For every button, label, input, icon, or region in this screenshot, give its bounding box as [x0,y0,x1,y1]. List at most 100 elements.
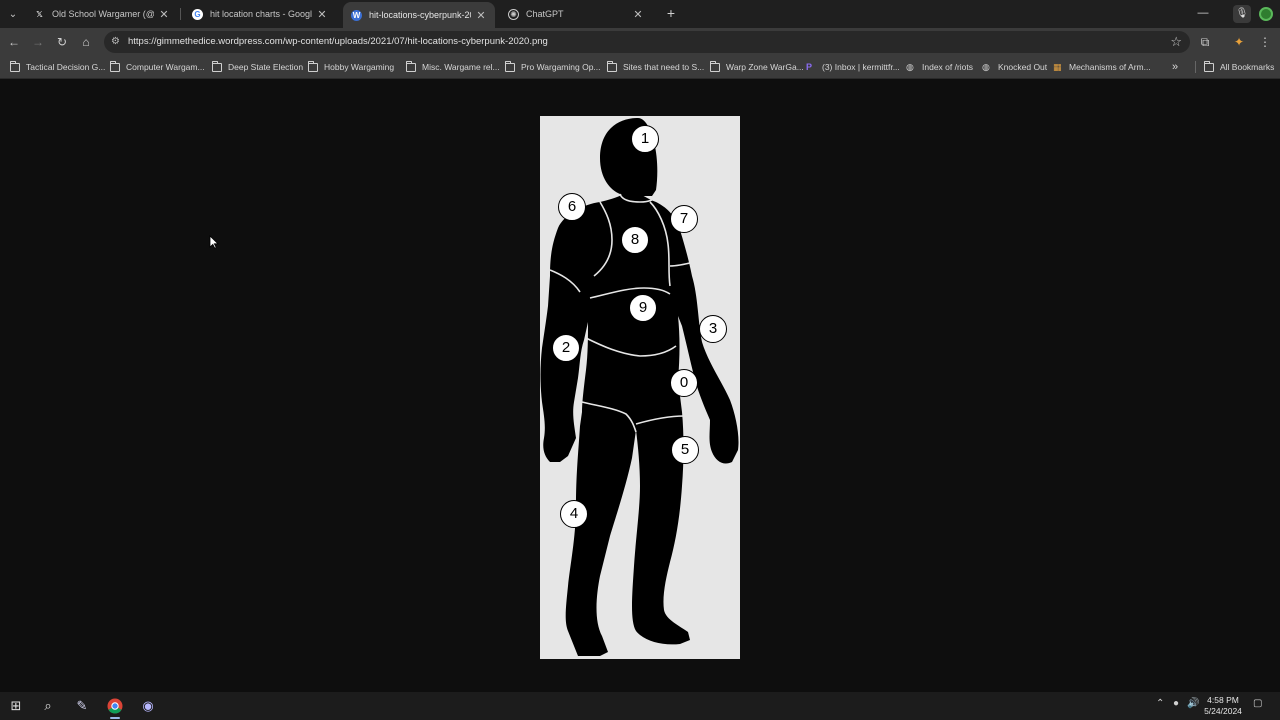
screen: ⌄ 𝕏 Old School Wargamer (@Libert ✕ G hit… [0,0,1280,720]
tab-title: Old School Wargamer (@Libert [52,9,154,19]
tab-title: hit location charts - Google Sea [210,9,312,19]
chrome-icon[interactable] [104,696,126,719]
all-bookmarks-button[interactable]: All Bookmarks [1204,60,1274,74]
bookmark-label: Tactical Decision G... [26,62,106,72]
bookmark-item[interactable]: ▦ Mechanisms of Arm... [1053,60,1151,74]
recording-indicator-icon[interactable] [1259,7,1273,21]
notifications-icon[interactable]: ▢ [1253,698,1262,709]
site-info-icon[interactable]: ⚙ [111,36,123,48]
hit-label-left-leg: 5 [671,436,699,464]
globe-icon: ◍ [906,61,914,72]
bookmark-item[interactable]: Hobby Wargaming [308,60,394,74]
bookmark-item[interactable]: Computer Wargam... [110,60,205,74]
bookmark-label: Index of /riots [922,62,974,72]
bookmark-label: Sites that need to S... [623,62,705,72]
site-icon: ▦ [1053,61,1062,72]
globe-icon: ◍ [982,61,990,72]
clock[interactable]: 4:58 PM 5/24/2024 [1199,695,1247,717]
toolbar: ← → ↻ ⌂ ⚙ https://gimmethedice.wordpress… [0,28,1280,56]
extensions-icon[interactable]: ⧉ [1196,33,1214,51]
folder-icon [607,60,617,72]
bookmark-label: Warp Zone WarGa... [726,62,804,72]
bookmark-label: Computer Wargam... [126,62,205,72]
microphone-icon[interactable]: 🎙 [1233,5,1251,23]
extension-puzzle-icon[interactable]: ✦ [1230,33,1248,51]
folder-icon [505,60,515,72]
reload-icon[interactable]: ↻ [53,33,71,51]
tab-0[interactable]: 𝕏 Old School Wargamer (@Libert ✕ [26,3,178,25]
bookmark-item[interactable]: Misc. Wargame rel... [406,60,500,74]
forward-icon[interactable]: → [29,33,47,51]
image-viewer: 1 6 7 8 9 3 2 0 5 4 [0,79,1280,692]
hit-label-chest: 8 [621,226,649,254]
bookmark-item[interactable]: P (3) Inbox | kermittfr... [806,60,900,74]
close-icon[interactable]: ✕ [632,8,644,21]
folder-icon [710,60,720,72]
mouse-cursor-icon [209,235,219,249]
bookmark-item[interactable]: ◍ Knocked Out [982,60,1047,74]
hit-label-right-leg: 4 [560,500,588,528]
hit-label-abdomen: 9 [629,294,657,322]
folder-icon [110,60,120,72]
hit-label-head: 1 [631,125,659,153]
chatgpt-icon: ✺ [508,8,519,20]
app-pinned-icon[interactable]: ✎ [71,696,93,716]
folder-icon [10,60,20,72]
tab-title: ChatGPT [526,9,564,19]
url-text: https://gimmethedice.wordpress.com/wp-co… [128,36,548,47]
bookmark-label: Misc. Wargame rel... [422,62,500,72]
more-bookmarks-icon[interactable]: » [1172,60,1178,74]
address-bar[interactable]: ⚙ https://gimmethedice.wordpress.com/wp-… [104,31,1190,53]
bookmark-item[interactable]: Pro Wargaming Op... [505,60,601,74]
google-icon: G [192,8,203,20]
close-icon[interactable]: ✕ [158,8,170,21]
tab-divider [180,8,181,20]
windows-start-icon[interactable]: ⊞ [5,696,27,716]
tray-overflow-icon[interactable]: ⌃ [1156,698,1164,709]
folder-icon [212,60,222,72]
bookmark-label: All Bookmarks [1220,62,1275,72]
tab-title: hit-locations-cyberpunk-2020.p [369,10,471,20]
tab-1[interactable]: G hit location charts - Google Sea ✕ [184,3,336,25]
chat-app-icon[interactable]: ◉ [137,696,159,716]
hit-label-right-arm: 2 [552,334,580,362]
bookmark-item[interactable]: Deep State Election [212,60,303,74]
hit-label-left-arm: 3 [699,315,727,343]
proton-icon: P [806,61,813,72]
clock-time: 4:58 PM [1207,695,1239,705]
bookmark-label: (3) Inbox | kermittfr... [822,62,900,72]
bookmark-item[interactable]: ◍ Index of /riots [906,60,973,74]
bookmark-label: Pro Wargaming Op... [521,62,601,72]
search-icon[interactable]: ⌕ [37,696,59,716]
bookmark-star-icon[interactable]: ☆ [1170,34,1182,50]
taskbar: ⊞ ⌕ ✎ ◉ ⌃ ● 🔊 4:58 PM 5/24/2024 ▢ [0,692,1280,720]
x-logo-icon: 𝕏 [36,9,43,19]
hit-label-groin: 0 [670,369,698,397]
new-tab-icon[interactable]: + [663,5,679,21]
minimize-icon[interactable]: — [1188,4,1218,22]
folder-icon [406,60,416,72]
back-icon[interactable]: ← [5,33,23,51]
close-icon[interactable]: ✕ [316,8,328,21]
hit-label-left-shoulder: 7 [670,205,698,233]
close-icon[interactable]: ✕ [475,9,487,22]
bookmark-label: Mechanisms of Arm... [1069,62,1151,72]
clock-date: 5/24/2024 [1204,706,1242,716]
tab-strip: ⌄ 𝕏 Old School Wargamer (@Libert ✕ G hit… [0,0,1280,28]
bookmark-label: Hobby Wargaming [324,62,395,72]
tab-search-icon[interactable]: ⌄ [4,5,22,23]
chrome-logo [107,698,123,714]
volume-icon[interactable]: 🔊 [1187,698,1199,709]
menu-icon[interactable]: ⋮ [1256,33,1274,51]
bookmark-divider [1195,61,1196,73]
tray-microphone-icon[interactable]: ● [1173,698,1179,709]
tab-3[interactable]: ✺ ChatGPT ✕ [500,3,652,25]
bookmark-item[interactable]: Warp Zone WarGa... [710,60,804,74]
home-icon[interactable]: ⌂ [77,33,95,51]
tab-2-active[interactable]: W hit-locations-cyberpunk-2020.p ✕ [343,2,495,28]
bookmark-label: Knocked Out [998,62,1048,72]
bookmark-item[interactable]: Tactical Decision G... [10,60,105,74]
bookmark-item[interactable]: Sites that need to S... [607,60,704,74]
hit-location-image[interactable]: 1 6 7 8 9 3 2 0 5 4 [540,116,740,659]
bookmarks-bar: Tactical Decision G... Computer Wargam..… [0,56,1280,79]
